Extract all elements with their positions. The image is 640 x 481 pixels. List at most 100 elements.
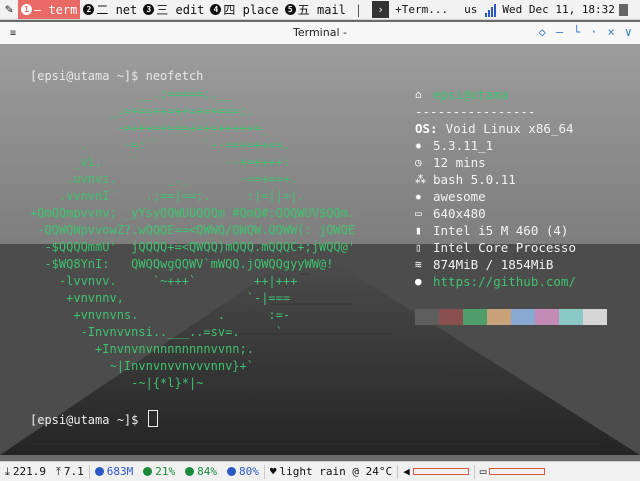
net-upload[interactable]: ⤒ 7.1 [51,465,89,479]
info-row: OS: Void Linux x86_64 [415,120,576,137]
terminal-window: ≡ Terminal - ◇ — └ · × ∨ [epsi@utama ~]$… [0,22,640,455]
info-rule: ---------------- [415,104,536,119]
terminal-output: [epsi@utama ~]$ neofetch [30,68,203,85]
palette-swatch [511,309,535,325]
tag-number-icon: 1 [21,4,32,15]
weather-icon: ♥ [269,465,277,478]
info-row: ✹ 5.3.11_1 [415,137,576,154]
info-value: 12 mins [433,155,486,170]
tag-label: 三 edit [156,3,205,17]
sticky-button[interactable]: ◇ [539,25,546,39]
info-user-host: ⌂ epsi @ utama [415,87,509,102]
user-icon: ⌂ [415,88,422,101]
ascii-logo-line: -Invnvvnsi..___..=sv=. ` [30,325,283,339]
memory-icon: ≋ [415,258,422,271]
tag-3[interactable]: 3三 edit [140,0,207,19]
volume-bar[interactable] [412,468,469,475]
ontop-button[interactable]: · [590,25,597,39]
ascii-logo-line: .uvnvi. _._ -==+==+. [30,172,298,186]
weather-widget[interactable]: ♥ light rain @ 24°C [265,465,397,478]
tag-number-icon: 5 [284,4,296,15]
volume-widget[interactable]: ◀ [398,465,474,478]
tag-number-icon: 3 [143,4,155,15]
tag-5[interactable]: 5五 mail [282,0,349,19]
wifi-signal-icon[interactable] [485,3,497,17]
active-prompt[interactable]: [epsi@utama ~]$ [30,410,158,427]
palette-swatch [439,309,463,325]
gpu-icon: ▯ [415,241,422,254]
palette-swatch [463,309,487,325]
ascii-logo-line: +QmQQmpvvnv; _yYsyQQWUUQQQm #QmQ#:QQQWUV… [30,206,356,220]
battery-icon: ▭ [479,465,487,478]
ascii-logo-line: . -=:`` `--==+=++==. [30,138,291,152]
disk-value: 84% [197,465,217,478]
system-info: ⌂ epsi @ utama ---------------- OS: Void Lin… [415,86,576,290]
tag-number-icon: 2 [83,4,95,15]
info-value: 640x480 [433,206,486,221]
color-palette [415,309,607,325]
ascii-logo-line: -lvvnvv. `~+++` ++|+++ [30,274,298,288]
task-title-secondary[interactable]: us [464,3,477,16]
cpu-icon [143,467,153,476]
battery-widget[interactable]: ▭ [475,465,551,478]
info-row: ⁂ bash 5.0.11 [415,171,576,188]
info-value: awesome [433,189,486,204]
ascii-logo-line: -=+++=+===+=+=+++++=_ [30,121,269,135]
cpu-widget[interactable]: 21% [138,465,180,478]
upload-icon: ⤒ [56,464,61,478]
prompt-text: [epsi@utama ~]$ [30,413,146,427]
battery-bar[interactable] [489,468,546,475]
net-download[interactable]: ⤓ 221.9 [0,465,51,479]
ascii-logo-line: +vnvnvns. . :=- [30,308,291,322]
disk-widget[interactable]: 84% [180,465,222,478]
tag-list: 1— term 2 二 net 3 三 edit 4 四 place 5 五 mail [18,0,349,19]
layout-icon[interactable]: › [372,1,390,18]
ascii-logo-line: -~|{*l}*|~ [30,376,204,390]
info-row: ▭ 640x480 [415,205,576,222]
ascii-logo-line: -$QQQQmmU' jQQQQ+=<QWQQ)mQQQ.mQQQC+;jWQQ… [30,240,356,254]
clock[interactable]: Wed Dec 11, 18:32 [502,3,615,16]
memory-icon [94,467,104,476]
minimize-button[interactable]: — [556,25,563,39]
memory-widget[interactable]: 683M [90,465,139,478]
palette-swatch [535,309,559,325]
mem-value: 683M [106,465,134,478]
tag-label: 二 net [96,3,138,17]
palette-swatch [415,309,439,325]
task-title[interactable]: +Term... [393,3,450,16]
tag-2[interactable]: 2二 net [80,0,140,19]
tag-label: 五 mail [297,3,346,17]
maximize-button[interactable]: └ [573,25,580,39]
temp-icon [227,467,236,476]
info-row: ✹ awesome [415,188,576,205]
close-button[interactable]: × [608,25,615,39]
ascii-logo-line: +Invnvnvnnnnnnnnvvnn;. [30,342,254,356]
distro-ascii-logo: __.;=====;.__ _.=+==++=++=+=+===;. -=+++… [30,86,355,392]
info-row: ≋ 874MiB / 1854MiB [415,256,576,273]
ascii-logo-line: ~|Invnvnvvnvvvnnv}+` [30,359,254,373]
info-row: ▯ Intel Core Processo [415,239,576,256]
panel-scroll-handle[interactable] [618,3,628,16]
window-options-button[interactable]: ∨ [625,25,632,39]
text-cursor [147,410,158,427]
terminal-body[interactable]: [epsi@utama ~]$ neofetch __.;=====;.__ _… [0,44,640,455]
disk-icon [185,467,195,476]
ascii-logo-line: __.;=====;.__ [30,87,233,101]
info-row: ◷ 12 mins [415,154,576,171]
bottom-panel: ⤓ 221.9 ⤒ 7.1 683M 21% 84% 80% ♥ light rain… [0,461,640,481]
tag-4[interactable]: 4四 place [207,0,281,19]
info-value: Intel Core Processo [433,240,576,255]
launcher-icon[interactable]: ✎ [0,0,18,19]
ascii-logo-line: -QQWQWpvvowZ?.wQQQE==<QWWQ/QWQW.QQWW(: j… [30,223,356,237]
temp-widget[interactable]: 80% [222,465,264,478]
wm-icon: ✹ [415,190,422,203]
window-titlebar[interactable]: ≡ Terminal - ◇ — └ · × ∨ [0,22,640,45]
github-icon: ● [415,275,422,288]
info-value: bash 5.0.11 [433,172,516,187]
info-value: 5.3.11_1 [433,138,494,153]
info-value[interactable]: https://github.com/ [433,273,576,290]
info-value: 874MiB / 1854MiB [433,257,554,272]
monitor-icon: ▭ [415,207,422,220]
net-up-value: 7.1 [63,465,84,478]
tag-1[interactable]: 1— term [18,0,81,19]
